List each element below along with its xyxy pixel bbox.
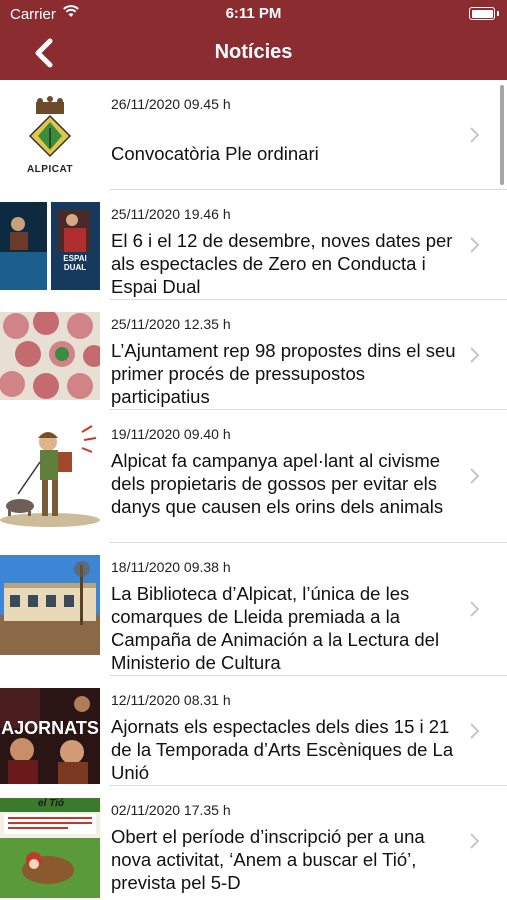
news-date: 25/11/2020 19.46 h	[111, 206, 231, 222]
news-title: Obert el període d’inscripció per a una …	[111, 826, 425, 893]
news-item[interactable]: 19/11/2020 09.40 h Alpicat fa campanya a…	[0, 410, 507, 543]
news-thumbnail: AJORNATS	[0, 688, 100, 784]
navigation-bar: Notícies	[0, 28, 507, 80]
thumbnail-caption: ESPAI DUAL	[63, 254, 87, 272]
news-title: L’Ajuntament rep 98 propostes dins el se…	[111, 340, 456, 407]
news-item[interactable]: ALPICAT 26/11/2020 09.45 h Convocatòria …	[0, 80, 507, 190]
news-date: 12/11/2020 08.31 h	[111, 692, 231, 708]
news-thumbnail	[0, 555, 100, 655]
battery-icon	[469, 7, 499, 20]
status-time: 6:11 PM	[225, 5, 282, 22]
news-title: Convocatòria Ple ordinari	[111, 143, 319, 164]
news-date: 02/11/2020 17.35 h	[111, 802, 231, 818]
news-date: 26/11/2020 09.45 h	[111, 96, 231, 112]
chevron-right-icon	[470, 127, 480, 143]
news-item[interactable]: 25/11/2020 12.35 h L’Ajuntament rep 98 p…	[0, 300, 507, 410]
news-item[interactable]: 18/11/2020 09.38 h La Biblioteca d’Alpic…	[0, 543, 507, 676]
news-date: 25/11/2020 12.35 h	[111, 316, 231, 332]
news-thumbnail	[0, 312, 100, 400]
news-thumbnail: el Tió	[0, 798, 100, 898]
chevron-right-icon	[470, 601, 480, 617]
news-title: Ajornats els espectacles dels dies 15 i …	[111, 716, 454, 783]
chevron-right-icon	[470, 723, 480, 739]
top-bar: Carrier 6:11 PM Notícies	[0, 0, 507, 80]
status-bar: Carrier 6:11 PM	[0, 0, 507, 28]
thumbnail-caption: AJORNATS	[1, 718, 99, 738]
chevron-right-icon	[470, 347, 480, 363]
news-title: El 6 i el 12 de desembre, noves dates pe…	[111, 230, 453, 297]
municipal-logo: ALPICAT	[0, 92, 100, 180]
news-thumbnail	[0, 422, 100, 532]
news-title: La Biblioteca d’Alpicat, l’única de les …	[111, 583, 440, 673]
news-item[interactable]: el Tió 02/11/2020 17.35 h Obert el perío…	[0, 786, 507, 900]
news-thumbnail: ESPAI DUAL	[0, 202, 100, 290]
scrollbar[interactable]	[500, 85, 504, 185]
logo-text: ALPICAT	[26, 164, 74, 175]
chevron-right-icon	[470, 237, 480, 253]
news-date: 18/11/2020 09.38 h	[111, 559, 231, 575]
news-date: 19/11/2020 09.40 h	[111, 426, 231, 442]
news-item[interactable]: ESPAI DUAL 25/11/2020 19.46 h El 6 i el …	[0, 190, 507, 300]
page-title: Notícies	[214, 41, 293, 63]
news-list[interactable]: ALPICAT 26/11/2020 09.45 h Convocatòria …	[0, 80, 507, 900]
chevron-right-icon	[470, 833, 480, 849]
news-item[interactable]: AJORNATS 12/11/2020 08.31 h Ajornats els…	[0, 676, 507, 786]
news-title: Alpicat fa campanya apel·lant al civisme…	[111, 450, 444, 517]
chevron-right-icon	[470, 468, 480, 484]
thumbnail-caption: el Tió	[38, 798, 64, 809]
